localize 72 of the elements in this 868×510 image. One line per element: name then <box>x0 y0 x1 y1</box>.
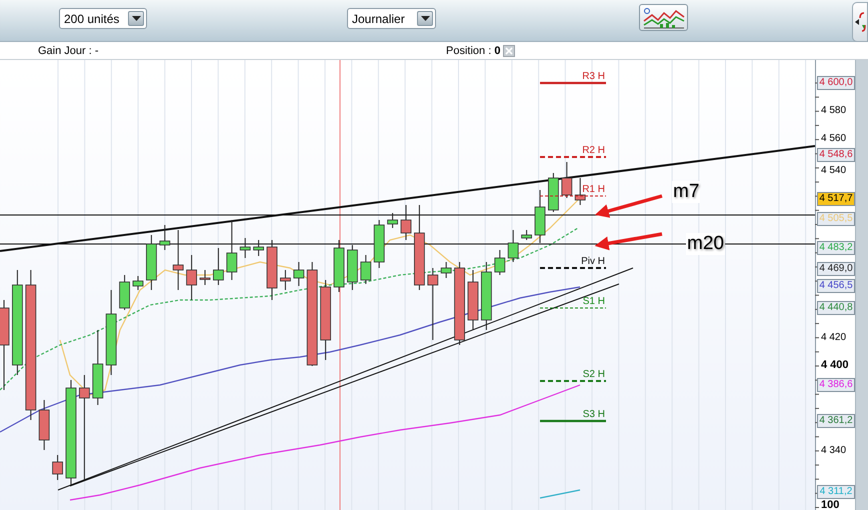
axis-tick-label: 4 560 <box>821 133 846 144</box>
price-tag: 4 456,5 <box>817 279 855 293</box>
pivot-label: R2 H <box>582 145 605 156</box>
candlestick <box>200 270 210 286</box>
candlestick <box>226 220 238 280</box>
pivot-label: R1 H <box>582 184 605 195</box>
candlestick <box>481 262 492 330</box>
candlestick <box>172 230 184 290</box>
candlestick <box>240 238 251 258</box>
candlestick <box>548 172 559 212</box>
candlestick <box>534 190 546 244</box>
price-tag: 4 505,5 <box>817 212 855 226</box>
candlestick <box>119 274 130 310</box>
candlestick <box>521 230 532 240</box>
axis-tick-label: 4 580 <box>821 105 846 116</box>
caret-icon <box>132 16 140 21</box>
axis-tick-label: 4 420 <box>821 332 846 343</box>
price-tag: 4 386,6 <box>817 378 855 392</box>
axis-tick-label: 4 540 <box>821 165 846 176</box>
candlestick <box>280 270 291 290</box>
candlestick <box>494 250 506 276</box>
arrows-icon <box>854 11 866 33</box>
price-tag: 4 311,2 <box>817 485 855 499</box>
axis-tick-label: 4 340 <box>821 445 846 456</box>
annotation-label: m7 <box>672 181 700 203</box>
candlestick <box>186 254 197 300</box>
units-dropdown[interactable]: 200 unités <box>59 8 147 29</box>
candlestick <box>360 254 372 284</box>
candlestick <box>213 248 224 286</box>
arrow <box>594 232 662 250</box>
daily-gain-label: Gain Jour : - <box>38 45 99 57</box>
candlestick <box>253 240 264 256</box>
price-tag: 4 440,8 <box>817 301 855 315</box>
pivot-label: S1 H <box>582 296 605 307</box>
price-tag: 4 469,0 <box>817 262 855 276</box>
price-tag: 4 483,2 <box>817 241 855 255</box>
candlestick <box>440 262 452 278</box>
candlestick <box>347 244 358 290</box>
pivot-label: S3 H <box>582 409 605 420</box>
candlestick <box>334 240 344 292</box>
candlestick <box>374 220 385 268</box>
price-tag: 4 517,7 <box>817 192 855 206</box>
candlestick <box>132 276 144 290</box>
candlestick <box>146 234 157 290</box>
pivot-label: S2 H <box>582 369 605 380</box>
candlestick <box>561 162 572 198</box>
candlestick <box>508 230 519 262</box>
candlestick <box>468 270 478 330</box>
price-tag: 4 548,6 <box>817 148 855 162</box>
candlestick <box>52 454 63 480</box>
price-tag: 4 361,2 <box>817 414 855 428</box>
arrow <box>594 194 662 218</box>
indicator-chart-button[interactable] <box>639 4 688 31</box>
candlestick <box>38 400 50 450</box>
axis-tick-label: 100 <box>821 500 840 510</box>
caret-icon <box>420 16 430 21</box>
candlestick <box>400 204 412 240</box>
annotation-label: m20 <box>686 233 725 255</box>
candlestick <box>159 224 170 250</box>
position-label: Position : 0 <box>446 45 500 57</box>
price-tag: 4 600,0 <box>817 76 855 90</box>
candlestick <box>387 212 398 228</box>
candlestick <box>266 240 278 300</box>
axis-tick-label: 4 400 <box>821 360 849 371</box>
candlestick <box>293 262 304 286</box>
side-panel-tab[interactable] <box>852 2 868 42</box>
close-icon[interactable] <box>503 45 515 57</box>
period-dropdown[interactable]: Journalier <box>347 8 436 29</box>
scrollbar[interactable] <box>855 60 868 510</box>
pivot-label: Piv H <box>581 256 605 267</box>
pivot-label: R3 H <box>582 71 605 82</box>
chart-icon <box>642 6 686 28</box>
